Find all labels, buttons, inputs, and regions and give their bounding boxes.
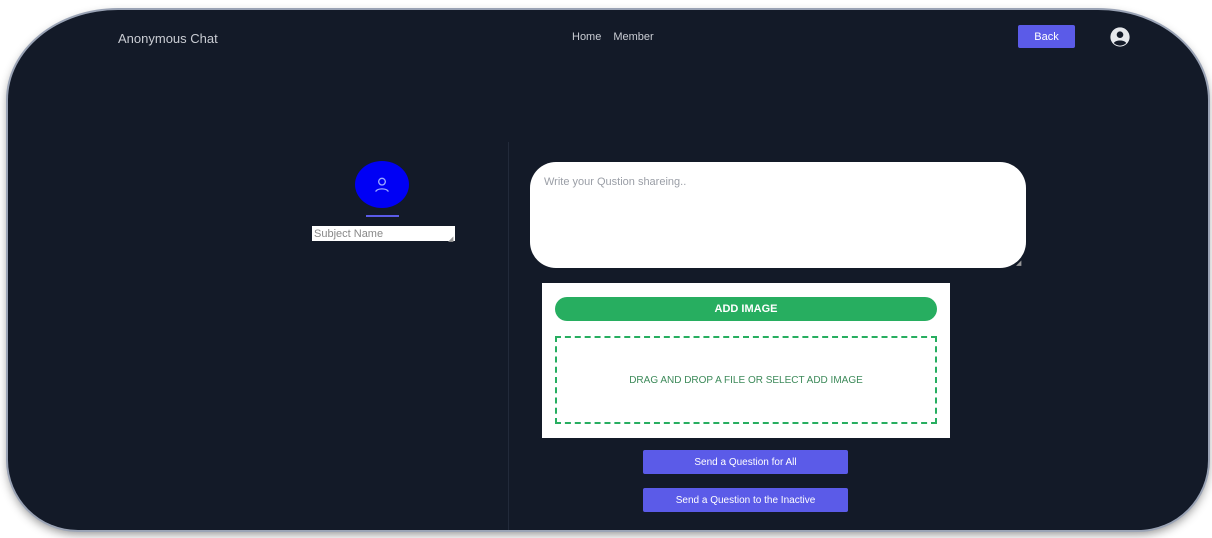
top-nav: Home Member <box>572 31 654 43</box>
resize-grip-icon[interactable]: ◢ <box>448 235 453 243</box>
user-circle-icon[interactable] <box>1109 26 1131 48</box>
dropzone-text: DRAG AND DROP A FILE OR SELECT ADD IMAGE <box>629 374 863 386</box>
user-icon <box>375 177 389 192</box>
send-question-all-button[interactable]: Send a Question for All <box>643 450 848 474</box>
add-image-button[interactable]: ADD IMAGE <box>555 297 937 321</box>
subject-name-input[interactable] <box>312 226 455 241</box>
nav-home-link[interactable]: Home <box>572 31 601 43</box>
app-window: Anonymous Chat Home Member Back ◢ ◢ ADD … <box>8 10 1208 530</box>
file-dropzone[interactable]: DRAG AND DROP A FILE OR SELECT ADD IMAGE <box>555 336 937 424</box>
subject-avatar <box>355 161 409 208</box>
app-brand[interactable]: Anonymous Chat <box>118 31 218 46</box>
question-textarea[interactable] <box>530 162 1026 268</box>
send-question-inactive-button[interactable]: Send a Question to the Inactive <box>643 488 848 512</box>
back-button[interactable]: Back <box>1018 25 1075 48</box>
resize-grip-icon[interactable]: ◢ <box>1016 259 1021 267</box>
column-divider <box>508 142 509 530</box>
nav-member-link[interactable]: Member <box>613 31 653 43</box>
avatar-underline <box>366 215 399 217</box>
image-upload-panel: ADD IMAGE DRAG AND DROP A FILE OR SELECT… <box>542 283 950 438</box>
